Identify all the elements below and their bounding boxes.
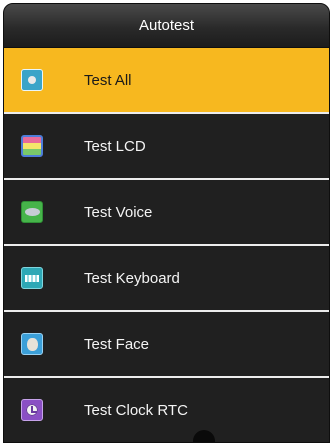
disc-icon bbox=[21, 69, 43, 91]
clock-icon bbox=[21, 399, 43, 421]
lcd-icon bbox=[21, 135, 43, 157]
menu-item-test-lcd[interactable]: Test LCD bbox=[4, 114, 329, 180]
menu-item-test-face[interactable]: Test Face bbox=[4, 312, 329, 378]
keyboard-icon bbox=[21, 267, 43, 289]
page-title: Autotest bbox=[4, 4, 329, 48]
menu-item-label: Test Clock RTC bbox=[84, 401, 188, 419]
menu-item-label: Test Face bbox=[84, 335, 150, 353]
menu-item-label: Test All bbox=[84, 71, 132, 89]
menu-item-label: Test Keyboard bbox=[84, 269, 180, 287]
face-icon bbox=[21, 333, 43, 355]
menu-item-test-voice[interactable]: Test Voice bbox=[4, 180, 329, 246]
autotest-menu: Test All Test LCD Test Voice Test Keyboa… bbox=[4, 48, 329, 442]
menu-item-label: Test LCD bbox=[84, 137, 146, 155]
autotest-screen: Autotest Test All Test LCD Test Voice Te… bbox=[3, 3, 330, 443]
menu-item-test-keyboard[interactable]: Test Keyboard bbox=[4, 246, 329, 312]
speaker-icon bbox=[21, 201, 43, 223]
menu-item-label: Test Voice bbox=[84, 203, 153, 221]
menu-item-test-clock-rtc[interactable]: Test Clock RTC bbox=[4, 378, 329, 442]
menu-item-test-all[interactable]: Test All bbox=[4, 48, 329, 114]
